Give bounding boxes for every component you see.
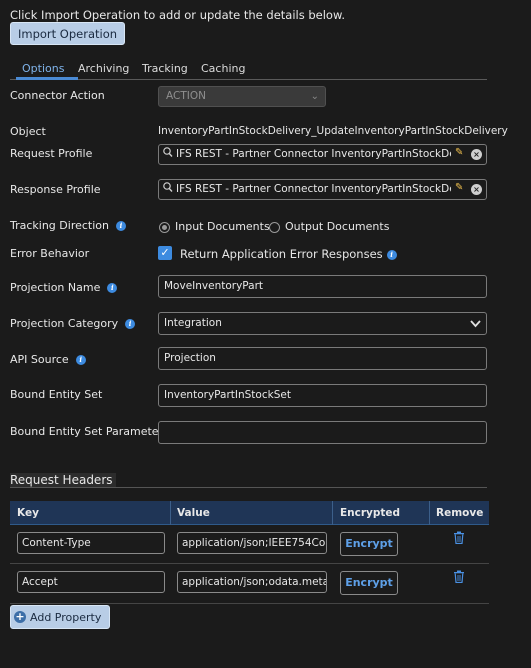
tab-options[interactable]: Options: [22, 62, 64, 75]
pencil-icon[interactable]: ✎: [455, 182, 463, 193]
add-property-button[interactable]: + Add Property: [10, 605, 110, 629]
bound-entity-set-params-label: Bound Entity Set Parameters: [10, 425, 169, 438]
chevron-down-icon: [470, 313, 481, 334]
api-source-text: API Source: [10, 353, 69, 366]
col-remove: Remove: [436, 507, 484, 519]
encrypt-button[interactable]: Encrypt: [340, 571, 398, 595]
connector-action-select: ACTION ⌄: [158, 86, 326, 107]
tracking-direction-label: Tracking Direction i: [10, 219, 126, 232]
info-icon[interactable]: i: [75, 355, 86, 365]
header-value-input[interactable]: application/json;odata.metadata=minimal: [177, 571, 327, 593]
column-divider: [332, 501, 333, 525]
tab-caching[interactable]: Caching: [201, 62, 245, 75]
clear-icon[interactable]: ×: [471, 149, 482, 160]
add-property-label: Add Property: [30, 610, 102, 624]
tab-bar: Options Archiving Tracking Caching: [10, 60, 487, 80]
return-errors-label: Return Application Error Responses i: [180, 247, 397, 261]
radio-output-documents[interactable]: [269, 222, 280, 233]
projection-category-value: Integration: [164, 317, 222, 329]
column-divider: [170, 501, 171, 525]
projection-category-select[interactable]: Integration: [158, 312, 487, 335]
response-profile-label: Response Profile: [10, 183, 101, 196]
api-source-label: API Source i: [10, 353, 86, 366]
response-profile-field[interactable]: IFS REST - Partner Connector InventoryPa…: [158, 179, 487, 200]
col-key: Key: [17, 507, 39, 519]
projection-name-text: Projection Name: [10, 281, 101, 294]
search-icon: [163, 147, 173, 161]
pencil-icon[interactable]: ✎: [455, 147, 463, 158]
info-icon[interactable]: i: [125, 319, 136, 329]
api-source-input[interactable]: Projection: [158, 347, 487, 370]
projection-category-label: Projection Category i: [10, 317, 136, 330]
projection-name-label: Projection Name i: [10, 281, 118, 294]
clear-icon[interactable]: ×: [471, 184, 482, 195]
section-divider: [10, 487, 487, 488]
tab-tracking[interactable]: Tracking: [142, 62, 188, 75]
info-icon[interactable]: i: [386, 250, 397, 260]
request-headers-title: Request Headers: [10, 473, 116, 487]
projection-name-input[interactable]: MoveInventoryPart: [158, 275, 487, 298]
column-divider: [429, 501, 430, 525]
intro-text: Click Import Operation to add or update …: [10, 8, 345, 22]
active-tab-indicator: [16, 77, 78, 80]
col-value: Value: [177, 507, 210, 519]
trash-icon[interactable]: [453, 570, 465, 583]
object-label: Object: [10, 125, 46, 138]
import-operation-button[interactable]: Import Operation: [10, 22, 125, 45]
chevron-down-icon: ⌄: [310, 91, 319, 102]
error-behavior-label: Error Behavior: [10, 247, 90, 260]
bound-entity-set-input[interactable]: InventoryPartInStockSet: [158, 384, 487, 407]
headers-table-header: Key Value Encrypted Remove: [10, 501, 489, 525]
connector-action-label: Connector Action: [10, 89, 105, 102]
row-divider: [10, 603, 489, 604]
trash-icon[interactable]: [453, 531, 465, 544]
plus-icon: +: [14, 610, 26, 623]
response-profile-value: IFS REST - Partner Connector InventoryPa…: [176, 183, 451, 195]
request-profile-label: Request Profile: [10, 147, 93, 160]
header-key-input[interactable]: Content-Type: [17, 532, 165, 554]
bound-entity-set-params-input[interactable]: [158, 421, 487, 444]
header-value-input[interactable]: application/json;IEEE754Compatible=true: [177, 532, 327, 554]
object-value: InventoryPartInStockDelivery_UpdateInven…: [158, 125, 508, 137]
tab-archiving[interactable]: Archiving: [78, 62, 129, 75]
row-divider: [10, 563, 489, 564]
info-icon[interactable]: i: [107, 283, 118, 293]
header-key-input[interactable]: Accept: [17, 571, 165, 593]
request-profile-field[interactable]: IFS REST - Partner Connector InventoryPa…: [158, 144, 487, 165]
return-errors-checkbox[interactable]: ✓: [158, 246, 172, 260]
radio-input-documents-label: Input Documents: [175, 220, 270, 233]
encrypt-button[interactable]: Encrypt: [340, 532, 398, 556]
return-errors-text: Return Application Error Responses: [180, 247, 383, 261]
request-profile-value: IFS REST - Partner Connector InventoryPa…: [176, 148, 451, 160]
info-icon[interactable]: i: [115, 221, 126, 231]
search-icon: [163, 182, 173, 196]
tracking-direction-text: Tracking Direction: [10, 219, 109, 232]
col-encrypted: Encrypted: [340, 507, 401, 519]
radio-output-documents-label: Output Documents: [285, 220, 390, 233]
bound-entity-set-label: Bound Entity Set: [10, 388, 103, 401]
connector-action-value: ACTION: [166, 90, 206, 102]
radio-input-documents[interactable]: [159, 222, 170, 233]
projection-category-text: Projection Category: [10, 317, 119, 330]
